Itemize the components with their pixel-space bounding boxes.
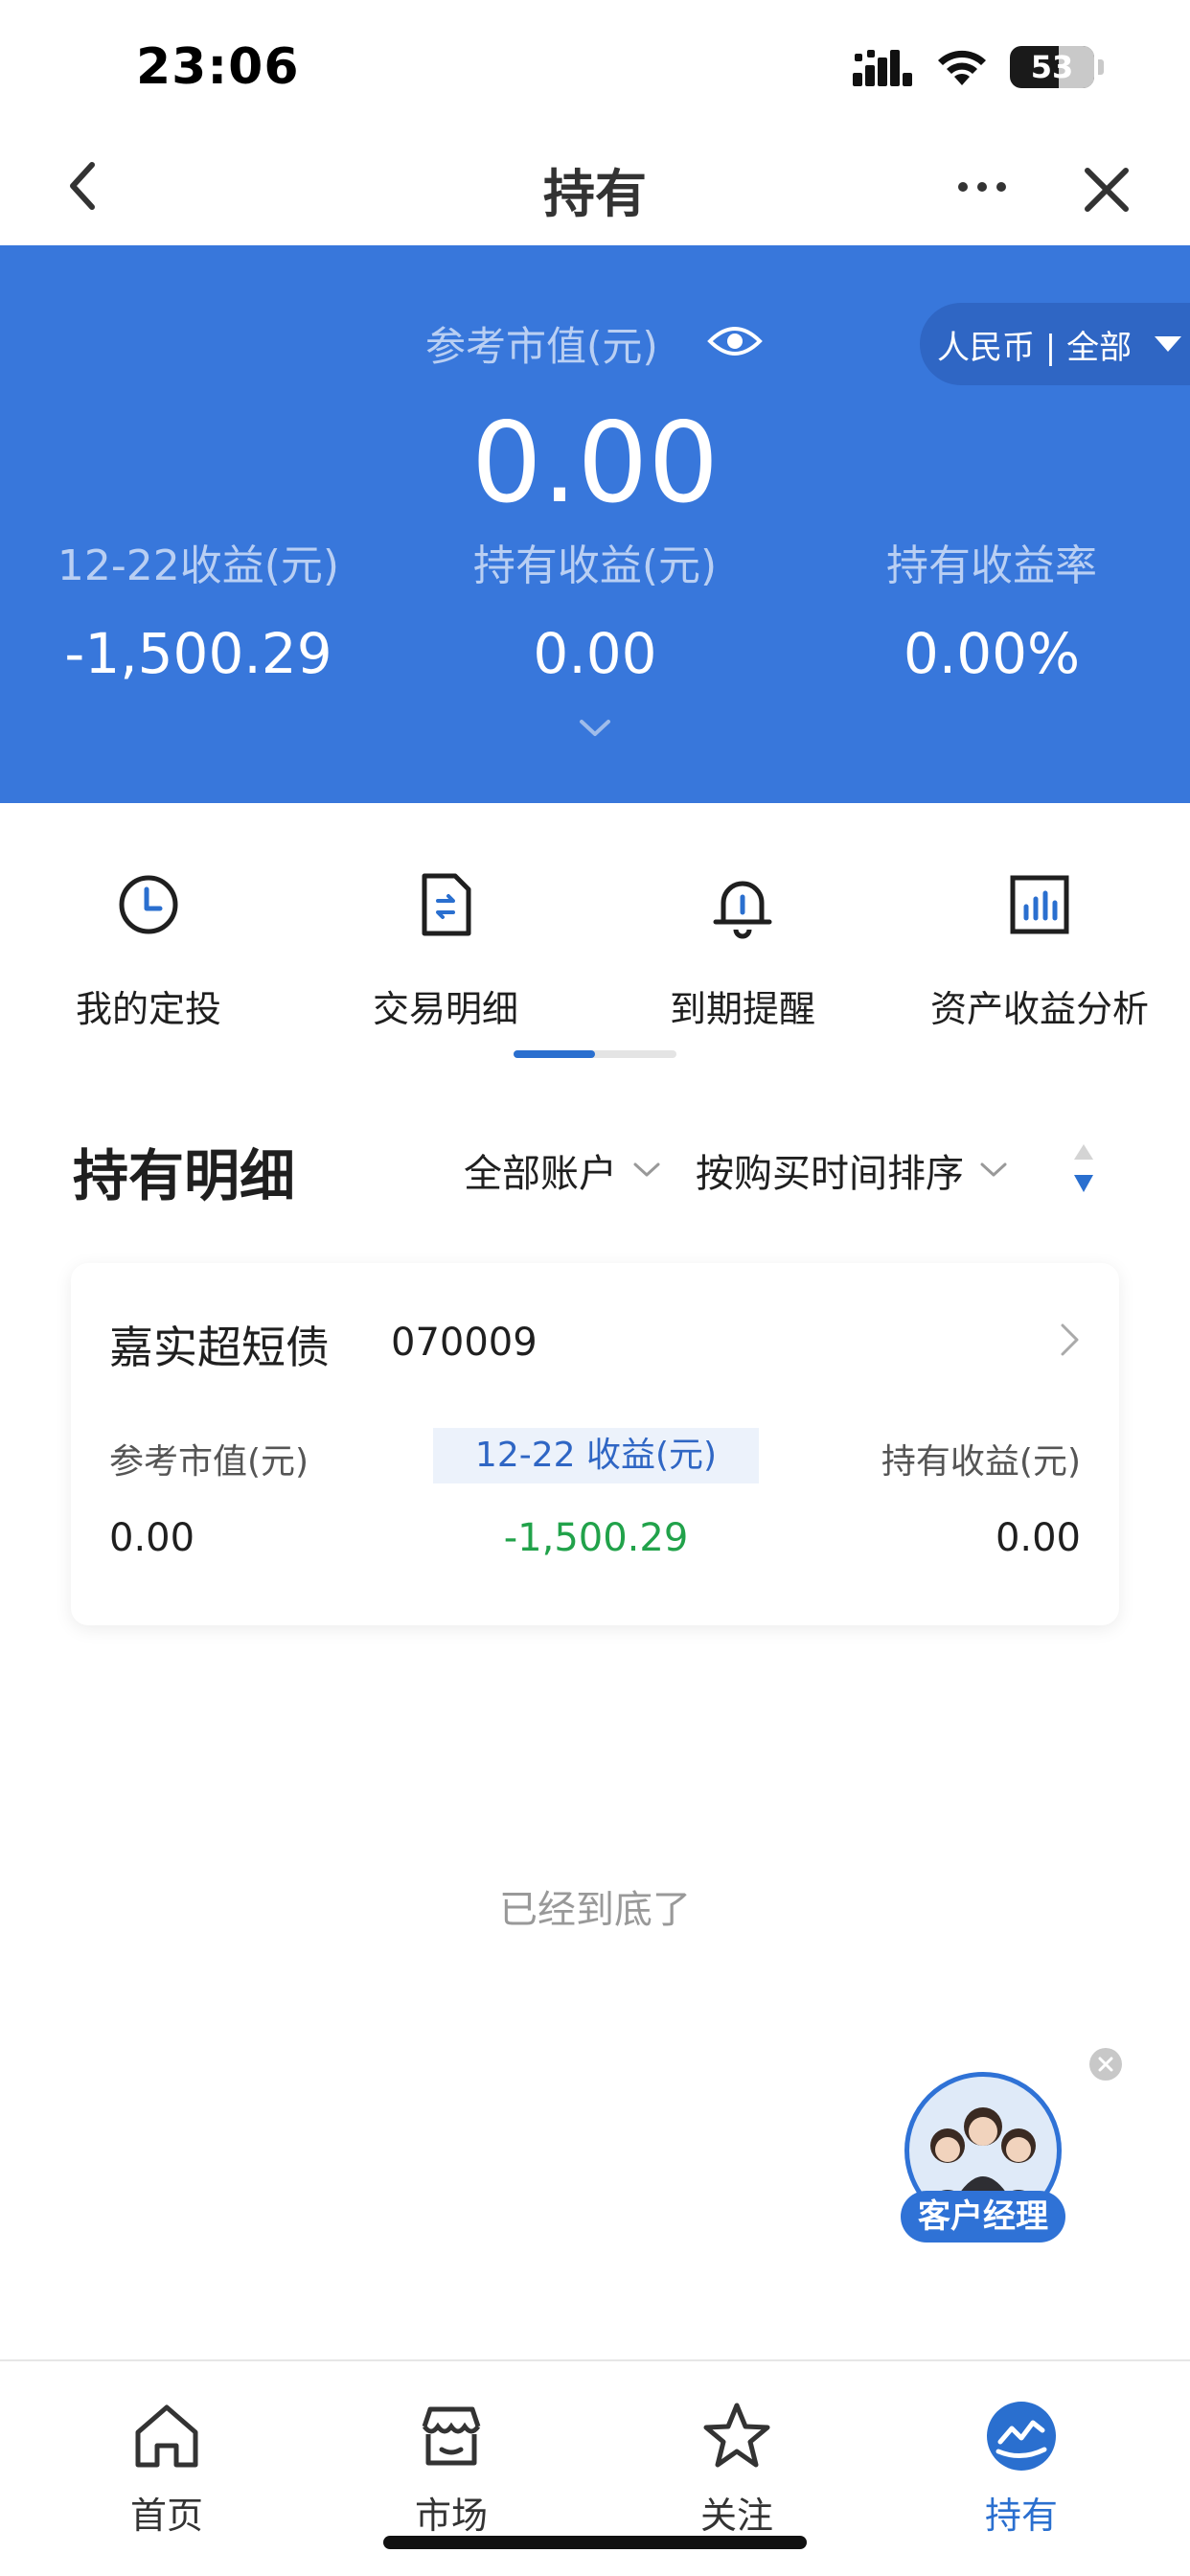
stat-value: -1,500.29 [64,621,332,686]
status-bar: 23:06 53 [0,0,1190,134]
market-value: 0.00 [470,399,720,528]
cellular-signal-icon [853,50,912,86]
customer-manager-label: 客户经理 [901,2191,1065,2242]
tab-label: 首页 [129,2495,203,2537]
sort-order-icon[interactable] [1069,1140,1098,1200]
action-transactions[interactable]: 交易明细 [297,870,594,1032]
daily-profit-stat: 12-22收益(元) -1,500.29 [0,531,397,686]
actions-scroll-indicator [514,1050,676,1058]
holding-return-stat: 持有收益率 0.00% [793,531,1190,686]
nav-bar: 持有 [0,134,1190,245]
holding-profit-column-label: 持有收益(元) [881,1442,1081,1482]
stat-value: 0.00 [533,621,657,686]
currency-filter[interactable]: 人民币 | 全部 [920,303,1190,385]
chevron-down-icon[interactable] [578,717,612,740]
actions-scroll-thumb [514,1050,595,1058]
holding-profit-value: 0.00 [995,1516,1081,1560]
tab-market[interactable]: 市场 [355,2398,547,2539]
stat-value: 0.00% [903,621,1081,686]
fund-name: 嘉实超短债 [109,1322,330,1373]
tab-label: 持有 [984,2495,1058,2537]
tab-label: 关注 [699,2495,773,2537]
close-circle-icon[interactable] [1088,2047,1123,2082]
holdings-title: 持有明细 [73,1143,296,1208]
assets-summary: 参考市值(元) 人民币 | 全部 0.00 12-22收益(元) -1,500.… [0,245,1190,803]
document-exchange-icon [422,873,471,936]
tab-label: 市场 [414,2495,488,2537]
currency-filter-label: 人民币 | 全部 [937,328,1133,367]
account-filter-label: 全部账户 [464,1152,617,1196]
battery-tip [1098,59,1104,75]
home-indicator [383,2536,807,2549]
status-time: 23:06 [136,38,300,96]
action-label: 到期提醒 [669,988,815,1030]
tab-watchlist[interactable]: 关注 [641,2398,833,2539]
holdings-icon [987,2402,1056,2471]
battery-icon: 53 [1010,46,1094,88]
sort-filter-label: 按购买时间排序 [696,1152,964,1196]
market-value-label: 参考市值(元) [425,323,658,370]
tab-home[interactable]: 首页 [71,2398,263,2539]
wifi-icon [938,50,986,85]
sort-filter[interactable]: 按购买时间排序 [696,1142,1008,1198]
more-icon[interactable] [949,163,1016,211]
market-value: 0.00 [109,1516,195,1560]
star-icon [703,2403,770,2468]
daily-profit-value: -1,500.29 [503,1516,689,1560]
action-maturity-reminder[interactable]: 到期提醒 [594,870,891,1032]
clock-icon [119,875,178,934]
stat-label: 12-22收益(元) [57,541,340,590]
status-icons: 53 [853,44,1104,90]
stat-label: 持有收益(元) [472,541,718,590]
quick-actions: 我的定投 交易明细 到期提醒 资产收益分析 [0,803,1190,1071]
stat-label: 持有收益率 [886,541,1097,590]
bell-icon [713,881,772,939]
holding-profit-stat: 持有收益(元) 0.00 [397,531,793,686]
end-of-list-text: 已经到底了 [499,1888,691,1932]
battery-level: 53 [1030,49,1074,85]
action-profit-analysis[interactable]: 资产收益分析 [891,870,1188,1032]
eye-icon[interactable] [707,322,763,360]
bar-chart-icon [1010,875,1069,934]
chevron-right-icon[interactable] [1058,1321,1083,1359]
market-icon [422,2406,481,2466]
caret-down-icon [1155,336,1182,352]
chevron-down-icon [980,1162,1007,1177]
market-value-column-label: 参考市值(元) [109,1442,309,1482]
daily-profit-column-label: 12-22 收益(元) [433,1428,759,1484]
customer-manager-button[interactable]: 客户经理 [901,2072,1065,2244]
action-auto-invest[interactable]: 我的定投 [0,870,297,1032]
account-filter[interactable]: 全部账户 [464,1142,661,1198]
chevron-down-icon [633,1162,660,1177]
action-label: 我的定投 [75,988,221,1030]
fund-card[interactable]: 嘉实超短债 070009 参考市值(元) 12-22 收益(元) 持有收益(元)… [71,1263,1119,1625]
close-icon[interactable] [1078,161,1135,218]
action-label: 交易明细 [372,988,518,1030]
home-icon [135,2404,198,2468]
action-label: 资产收益分析 [929,988,1149,1030]
fund-code: 070009 [391,1321,538,1365]
tab-holdings[interactable]: 持有 [926,2398,1117,2539]
